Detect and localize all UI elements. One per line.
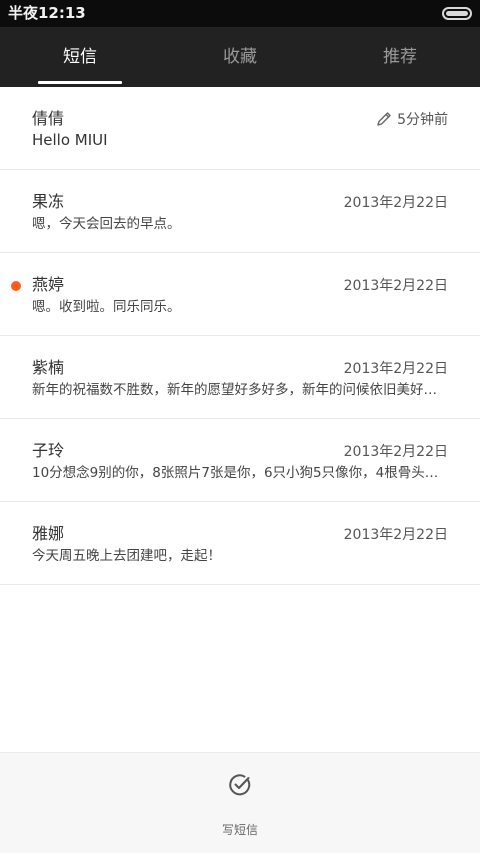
- contact-name: 果冻: [32, 192, 65, 211]
- active-tab-indicator: [38, 81, 122, 84]
- unread-dot-icon: [11, 281, 21, 291]
- message-preview: 今天周五晚上去团建吧，走起！: [32, 548, 221, 564]
- message-preview: 嗯，今天会回去的早点。: [32, 216, 181, 232]
- message-preview: Hello MIUI: [32, 131, 108, 149]
- compose-message-button[interactable]: 写短信: [200, 767, 280, 842]
- tab-messages[interactable]: 短信: [0, 27, 160, 87]
- message-time: 2013年2月22日: [343, 278, 448, 294]
- status-time: 半夜12:13: [8, 4, 86, 22]
- contact-name: 子玲: [32, 441, 65, 460]
- bottom-action-bar: 写短信: [0, 752, 480, 853]
- conversation-item[interactable]: 倩倩 Hello MIUI 5分钟前: [0, 87, 480, 170]
- conversation-item[interactable]: 果冻 嗯，今天会回去的早点。 2013年2月22日: [0, 170, 480, 253]
- messages-screen: 半夜12:13 短信 收藏 推荐 倩倩 Hello MIUI 5分钟前 果冻 嗯…: [0, 0, 480, 853]
- message-time: 2013年2月22日: [343, 195, 448, 211]
- conversation-item[interactable]: 子玲 10分想念9别的你，8张照片7张是你，6只小狗5只像你，4根骨头… 201…: [0, 419, 480, 502]
- message-preview: 嗯。收到啦。同乐同乐。: [32, 299, 181, 315]
- message-preview: 新年的祝福数不胜数，新年的愿望好多好多，新年的问候依旧美好…: [32, 382, 437, 398]
- conversation-item[interactable]: 雅娜 今天周五晚上去团建吧，走起！ 2013年2月22日: [0, 502, 480, 585]
- conversation-item[interactable]: 紫楠 新年的祝福数不胜数，新年的愿望好多好多，新年的问候依旧美好… 2013年2…: [0, 336, 480, 419]
- conversation-item[interactable]: 燕婷 嗯。收到啦。同乐同乐。 2013年2月22日: [0, 253, 480, 336]
- tab-recommended[interactable]: 推荐: [320, 27, 480, 87]
- tab-bar: 短信 收藏 推荐: [0, 27, 480, 87]
- message-time: 2013年2月22日: [343, 444, 448, 460]
- pencil-icon: [377, 112, 391, 126]
- message-time: 5分钟前: [397, 112, 448, 128]
- tab-favorites[interactable]: 收藏: [160, 27, 320, 87]
- compose-check-icon: [229, 774, 251, 796]
- conversation-list: 倩倩 Hello MIUI 5分钟前 果冻 嗯，今天会回去的早点。 2013年2…: [0, 87, 480, 585]
- contact-name: 倩倩: [32, 109, 65, 128]
- message-time: 2013年2月22日: [343, 527, 448, 543]
- contact-name: 燕婷: [32, 275, 65, 294]
- contact-name: 雅娜: [32, 524, 65, 543]
- compose-label: 写短信: [221, 823, 258, 837]
- status-bar: 半夜12:13: [0, 0, 480, 27]
- contact-name: 紫楠: [32, 358, 65, 377]
- message-time: 2013年2月22日: [343, 361, 448, 377]
- message-preview: 10分想念9别的你，8张照片7张是你，6只小狗5只像你，4根骨头…: [32, 465, 439, 481]
- battery-icon: [442, 7, 472, 20]
